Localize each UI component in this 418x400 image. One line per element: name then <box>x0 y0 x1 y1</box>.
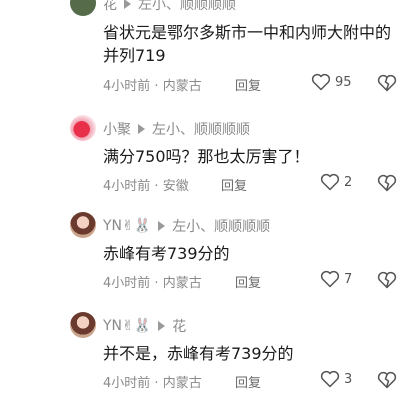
comment-text: 并不是，赤峰有考739分的 <box>103 344 294 363</box>
comment-username-line: 花 左小、顺顺顺顺 <box>103 0 236 14</box>
heart-icon <box>320 270 340 288</box>
comment-meta: 4小时前 · 内蒙古 <box>103 376 202 391</box>
comment-text: 省状元是鄂尔多斯市一中和内师大附中的并列719 <box>103 23 392 65</box>
like-button[interactable]: 95 <box>311 73 352 91</box>
comment-username-line: YN✌🐰 左小、顺顺顺顺 <box>103 216 270 236</box>
comment-meta: 4小时前 · 内蒙古 <box>103 276 202 291</box>
avatar[interactable] <box>70 312 96 338</box>
reply-button[interactable]: 回复 <box>235 75 261 94</box>
reply-to-username[interactable]: 左小、顺顺顺顺 <box>152 119 250 139</box>
heart-icon <box>320 370 340 388</box>
reply-arrow-icon <box>124 0 131 9</box>
like-count: 7 <box>344 271 353 287</box>
like-button[interactable]: 2 <box>320 173 352 191</box>
like-button[interactable]: 3 <box>320 370 352 388</box>
reply-button[interactable]: 回复 <box>235 372 261 391</box>
comment-location: 内蒙古 <box>162 276 202 291</box>
username[interactable]: YN✌🐰 <box>103 218 151 234</box>
comment-location: 安徽 <box>162 179 189 194</box>
like-count: 95 <box>335 74 352 90</box>
dislike-icon[interactable] <box>377 271 397 289</box>
like-count: 3 <box>344 371 353 387</box>
like-count: 2 <box>344 174 353 190</box>
reply-button[interactable]: 回复 <box>235 272 261 291</box>
avatar[interactable] <box>70 0 96 16</box>
dislike-icon[interactable] <box>377 174 397 192</box>
comment-time: 4小时前 <box>103 179 151 194</box>
comment-text: 满分750吗？那也太厉害了！ <box>103 147 310 166</box>
reply-arrow-icon <box>138 124 145 134</box>
comment-time: 4小时前 <box>103 79 151 94</box>
comment-username-line: YN✌🐰 花 <box>103 316 186 336</box>
comment-time: 4小时前 <box>103 376 151 391</box>
comment-meta: 4小时前 · 安徽 <box>103 179 189 194</box>
avatar[interactable] <box>70 212 96 238</box>
username[interactable]: 小聚 <box>103 119 131 139</box>
dislike-icon[interactable] <box>377 74 397 92</box>
reply-to-username[interactable]: 左小、顺顺顺顺 <box>138 0 236 14</box>
comment-meta: 4小时前 · 内蒙古 <box>103 79 202 94</box>
reply-arrow-icon <box>158 321 166 331</box>
comment-time: 4小时前 <box>103 276 151 291</box>
reply-to-username[interactable]: 左小、顺顺顺顺 <box>172 216 270 236</box>
dislike-icon[interactable] <box>377 371 397 389</box>
like-button[interactable]: 7 <box>320 270 352 288</box>
username[interactable]: 花 <box>103 0 117 14</box>
comment-username-line: 小聚 左小、顺顺顺顺 <box>103 119 250 139</box>
heart-icon <box>311 73 331 91</box>
comment-text: 赤峰有考739分的 <box>103 244 230 263</box>
reply-button[interactable]: 回复 <box>221 175 247 194</box>
reply-arrow-icon <box>158 221 166 231</box>
username[interactable]: YN✌🐰 <box>103 318 151 334</box>
comment-location: 内蒙古 <box>162 79 202 94</box>
heart-icon <box>320 173 340 191</box>
avatar[interactable] <box>70 115 96 141</box>
comment-location: 内蒙古 <box>162 376 202 391</box>
reply-to-username[interactable]: 花 <box>172 316 186 336</box>
